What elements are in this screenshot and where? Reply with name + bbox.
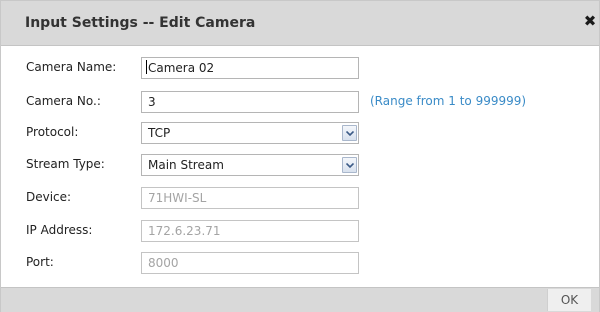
port-value: 8000 — [148, 256, 179, 270]
ip-address-row: IP Address: 172.6.23.71 — [1, 220, 599, 242]
stream-type-label: Stream Type: — [26, 157, 105, 171]
device-row: Device: 71HWI-SL — [1, 187, 599, 209]
stream-type-select[interactable]: Main Stream — [141, 154, 359, 176]
port-row: Port: 8000 — [1, 252, 599, 274]
device-label: Device: — [26, 190, 72, 204]
edit-camera-dialog: Input Settings -- Edit Camera ✖ Camera N… — [0, 0, 600, 312]
stream-type-selected-value: Main Stream — [148, 158, 224, 172]
camera-no-input[interactable]: 3 — [141, 91, 359, 113]
protocol-row: Protocol: TCP — [1, 122, 599, 144]
camera-no-label: Camera No.: — [26, 94, 101, 108]
chevron-down-icon — [346, 163, 354, 168]
protocol-label: Protocol: — [26, 125, 79, 139]
ok-button[interactable]: OK — [547, 289, 591, 311]
dialog-title: Input Settings -- Edit Camera — [25, 15, 256, 31]
camera-no-value: 3 — [148, 95, 156, 109]
port-field: 8000 — [141, 252, 359, 274]
dialog-titlebar: Input Settings -- Edit Camera ✖ — [1, 1, 599, 46]
camera-name-input[interactable]: Camera 02 — [141, 57, 359, 79]
ip-address-field: 172.6.23.71 — [141, 220, 359, 242]
camera-name-label: Camera Name: — [26, 60, 117, 74]
camera-name-row: Camera Name: Camera 02 — [1, 57, 599, 79]
text-cursor — [146, 60, 147, 74]
camera-no-range-hint: (Range from 1 to 999999) — [370, 94, 527, 108]
camera-no-row: Camera No.: 3 (Range from 1 to 999999) — [1, 91, 599, 113]
close-icon[interactable]: ✖ — [583, 13, 597, 29]
port-label: Port: — [26, 255, 54, 269]
protocol-selected-value: TCP — [148, 126, 171, 140]
ip-address-value: 172.6.23.71 — [148, 224, 221, 238]
device-field: 71HWI-SL — [141, 187, 359, 209]
device-value: 71HWI-SL — [148, 191, 207, 205]
protocol-dropdown-button[interactable] — [342, 125, 357, 141]
stream-type-dropdown-button[interactable] — [342, 157, 357, 173]
stream-type-row: Stream Type: Main Stream — [1, 154, 599, 176]
protocol-select[interactable]: TCP — [141, 122, 359, 144]
dialog-footer: OK — [1, 287, 599, 312]
ip-address-label: IP Address: — [26, 223, 93, 237]
chevron-down-icon — [346, 131, 354, 136]
camera-name-value: Camera 02 — [148, 61, 215, 75]
